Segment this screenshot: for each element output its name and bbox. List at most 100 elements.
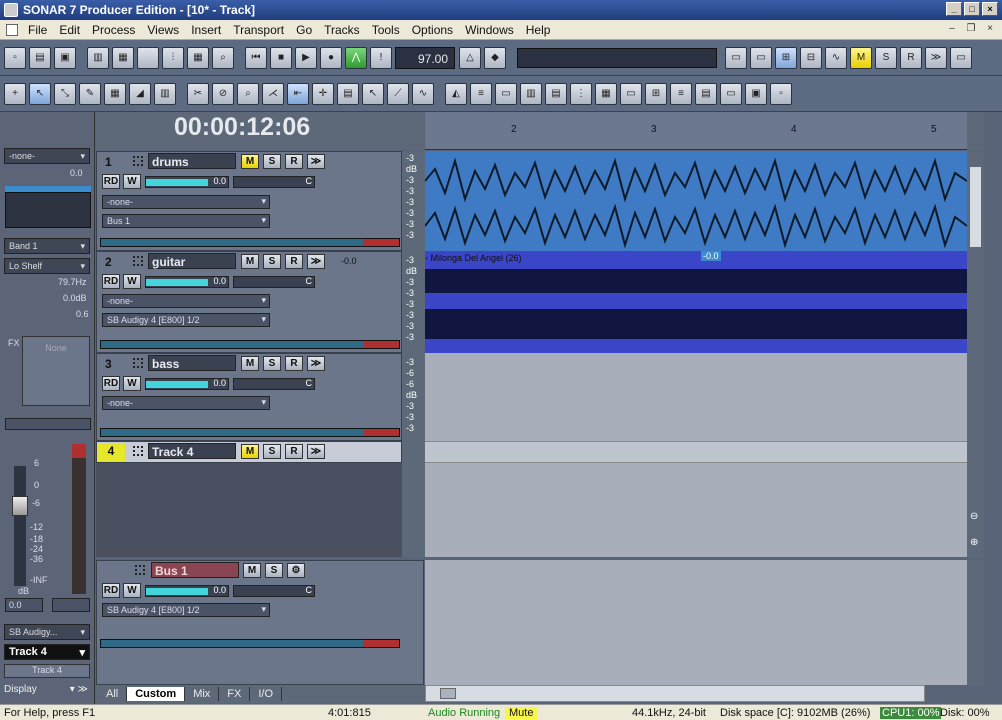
track-name[interactable]: guitar bbox=[148, 253, 236, 269]
clip-drums[interactable] bbox=[424, 151, 968, 251]
toolbar-btn-a[interactable]: ▭ bbox=[725, 46, 747, 69]
draw-tool-icon[interactable]: ✎ bbox=[79, 82, 101, 105]
global-arm-button[interactable]: R bbox=[900, 46, 922, 69]
ruler-corner-buttons[interactable] bbox=[967, 112, 984, 150]
menu-file[interactable]: File bbox=[22, 23, 53, 37]
menu-options[interactable]: Options bbox=[406, 23, 459, 37]
fader-value[interactable]: 0.0 bbox=[5, 598, 43, 612]
tab-custom[interactable]: Custom bbox=[127, 687, 186, 701]
menu-tools[interactable]: Tools bbox=[366, 23, 406, 37]
empty-track-area[interactable] bbox=[96, 463, 402, 557]
view-l-icon[interactable]: ▫ bbox=[770, 82, 792, 105]
tempo-display[interactable]: 97.00 bbox=[395, 46, 455, 69]
solo-button[interactable]: S bbox=[263, 154, 281, 169]
menu-transport[interactable]: Transport bbox=[227, 23, 290, 37]
volume-fader[interactable]: 0.0 bbox=[145, 176, 229, 188]
clips-pane[interactable]: - Milonga Del Angel (26) -0.0 bbox=[424, 151, 968, 557]
save-icon[interactable]: ▣ bbox=[54, 46, 76, 69]
bus-solo-button[interactable]: S bbox=[265, 563, 283, 578]
pan-slider[interactable]: C bbox=[233, 276, 315, 288]
toolbar-btn-f[interactable]: ▭ bbox=[950, 46, 972, 69]
global-solo-button[interactable]: S bbox=[875, 46, 897, 69]
read-automation-button[interactable]: RD bbox=[102, 274, 120, 289]
bus-mute-button[interactable]: M bbox=[243, 563, 261, 578]
menu-go[interactable]: Go bbox=[290, 23, 318, 37]
menu-windows[interactable]: Windows bbox=[459, 23, 520, 37]
audio-snap-icon[interactable]: ∿ bbox=[412, 82, 434, 105]
bus-fx-button[interactable]: ⚙ bbox=[287, 563, 305, 578]
track-name[interactable]: Track 4 bbox=[148, 443, 236, 459]
mdi-restore-button[interactable]: ❐ bbox=[963, 23, 979, 34]
arm-button[interactable]: R bbox=[285, 444, 303, 459]
marker-icon[interactable]: ◆ bbox=[484, 46, 506, 69]
track-grip-icon[interactable] bbox=[133, 358, 143, 368]
piano-roll-icon[interactable]: ▦ bbox=[112, 46, 134, 69]
echo-button[interactable]: ≫ bbox=[307, 356, 325, 371]
echo-button[interactable]: ≫ bbox=[307, 154, 325, 169]
loop-icon[interactable]: ⇤ bbox=[287, 82, 309, 105]
track-name[interactable]: bass bbox=[148, 355, 236, 371]
add-track-icon[interactable]: + bbox=[4, 82, 26, 105]
vertical-scrollbar[interactable]: ⊖ ⊕ bbox=[967, 151, 984, 557]
toolbar-btn-b[interactable]: ▭ bbox=[750, 46, 772, 69]
eq-graph[interactable] bbox=[5, 192, 91, 228]
toolbar-btn-d[interactable]: ⊟ bbox=[800, 46, 822, 69]
input-select[interactable]: -none- bbox=[102, 396, 270, 410]
global-echo-button[interactable]: ≫ bbox=[925, 46, 947, 69]
eq-q[interactable]: 0.6 bbox=[76, 309, 89, 319]
track-grip-icon[interactable] bbox=[133, 446, 143, 456]
mixer-icon[interactable]: ⫶ bbox=[162, 46, 184, 69]
view-c-icon[interactable]: ▤ bbox=[545, 82, 567, 105]
menu-tracks[interactable]: Tracks bbox=[318, 23, 366, 37]
eq-type-select[interactable]: Lo Shelf ▾ bbox=[4, 258, 90, 274]
close-button[interactable]: × bbox=[982, 2, 998, 16]
tab-mix[interactable]: Mix bbox=[185, 687, 220, 701]
arrow-tool-icon[interactable]: ↖ bbox=[362, 82, 384, 105]
status-mute[interactable]: Mute bbox=[505, 707, 538, 719]
view-h-icon[interactable]: ≡ bbox=[670, 82, 692, 105]
menu-help[interactable]: Help bbox=[520, 23, 557, 37]
write-automation-button[interactable]: W bbox=[123, 274, 141, 289]
echo-button[interactable]: ≫ bbox=[307, 254, 325, 269]
mute-tool-icon[interactable]: ⊘ bbox=[212, 82, 234, 105]
metronome-tool-icon[interactable]: ◭ bbox=[445, 82, 467, 105]
view-g-icon[interactable]: ⊞ bbox=[645, 82, 667, 105]
output-select[interactable]: SB Audigy 4 [E800] 1/2 bbox=[102, 313, 270, 327]
tab-io[interactable]: I/O bbox=[250, 687, 283, 701]
toolbar-btn-c[interactable]: ⊞ bbox=[775, 46, 797, 69]
view-d-icon[interactable]: ⋮ bbox=[570, 82, 592, 105]
volume-fader[interactable]: 0.0 bbox=[145, 378, 229, 390]
play-icon[interactable]: ▶ bbox=[295, 46, 317, 69]
horizontal-scroll-thumb[interactable] bbox=[440, 688, 456, 699]
document-icon[interactable] bbox=[6, 23, 18, 36]
solo-button[interactable]: S bbox=[263, 254, 281, 269]
grid-view-icon[interactable]: ▦ bbox=[187, 46, 209, 69]
mute-button[interactable]: M bbox=[241, 154, 259, 169]
eq-band-select[interactable]: Band 1 ▾ bbox=[4, 238, 90, 254]
bus-output-select[interactable]: SB Audigy 4 [E800] 1/2 bbox=[102, 603, 270, 617]
track-name[interactable]: drums bbox=[148, 153, 236, 169]
eq-gain[interactable]: 0.0dB bbox=[63, 293, 87, 303]
position-dropdown[interactable] bbox=[517, 47, 717, 68]
mdi-minimize-button[interactable]: – bbox=[944, 23, 960, 34]
envelope-icon[interactable]: ◢ bbox=[129, 82, 151, 105]
stop-icon[interactable]: ■ bbox=[270, 46, 292, 69]
eq-frequency[interactable]: 79.7Hz bbox=[58, 277, 87, 287]
track-grip-icon[interactable] bbox=[133, 156, 143, 166]
tempo-tap-icon[interactable]: △ bbox=[459, 46, 481, 69]
lane-track-4[interactable] bbox=[425, 441, 967, 463]
bus-grip-icon[interactable] bbox=[135, 565, 145, 575]
fade-tool-icon[interactable]: ⋌ bbox=[262, 82, 284, 105]
alert-icon[interactable]: ! bbox=[370, 46, 392, 69]
console-view-icon[interactable]: ▥ bbox=[87, 46, 109, 69]
bus-write-automation-button[interactable]: W bbox=[123, 583, 141, 598]
clip-marker[interactable]: -0.0 bbox=[701, 251, 721, 261]
fx-bin[interactable]: None bbox=[22, 336, 90, 406]
maximize-button[interactable]: □ bbox=[964, 2, 980, 16]
rewind-icon[interactable]: ⏮ bbox=[245, 46, 267, 69]
bus-name[interactable]: Bus 1 bbox=[151, 562, 239, 578]
view-i-icon[interactable]: ▤ bbox=[695, 82, 717, 105]
smart-tool-icon[interactable]: ⤡ bbox=[54, 82, 76, 105]
arm-button[interactable]: R bbox=[285, 356, 303, 371]
input-select[interactable]: -none- bbox=[102, 294, 270, 308]
